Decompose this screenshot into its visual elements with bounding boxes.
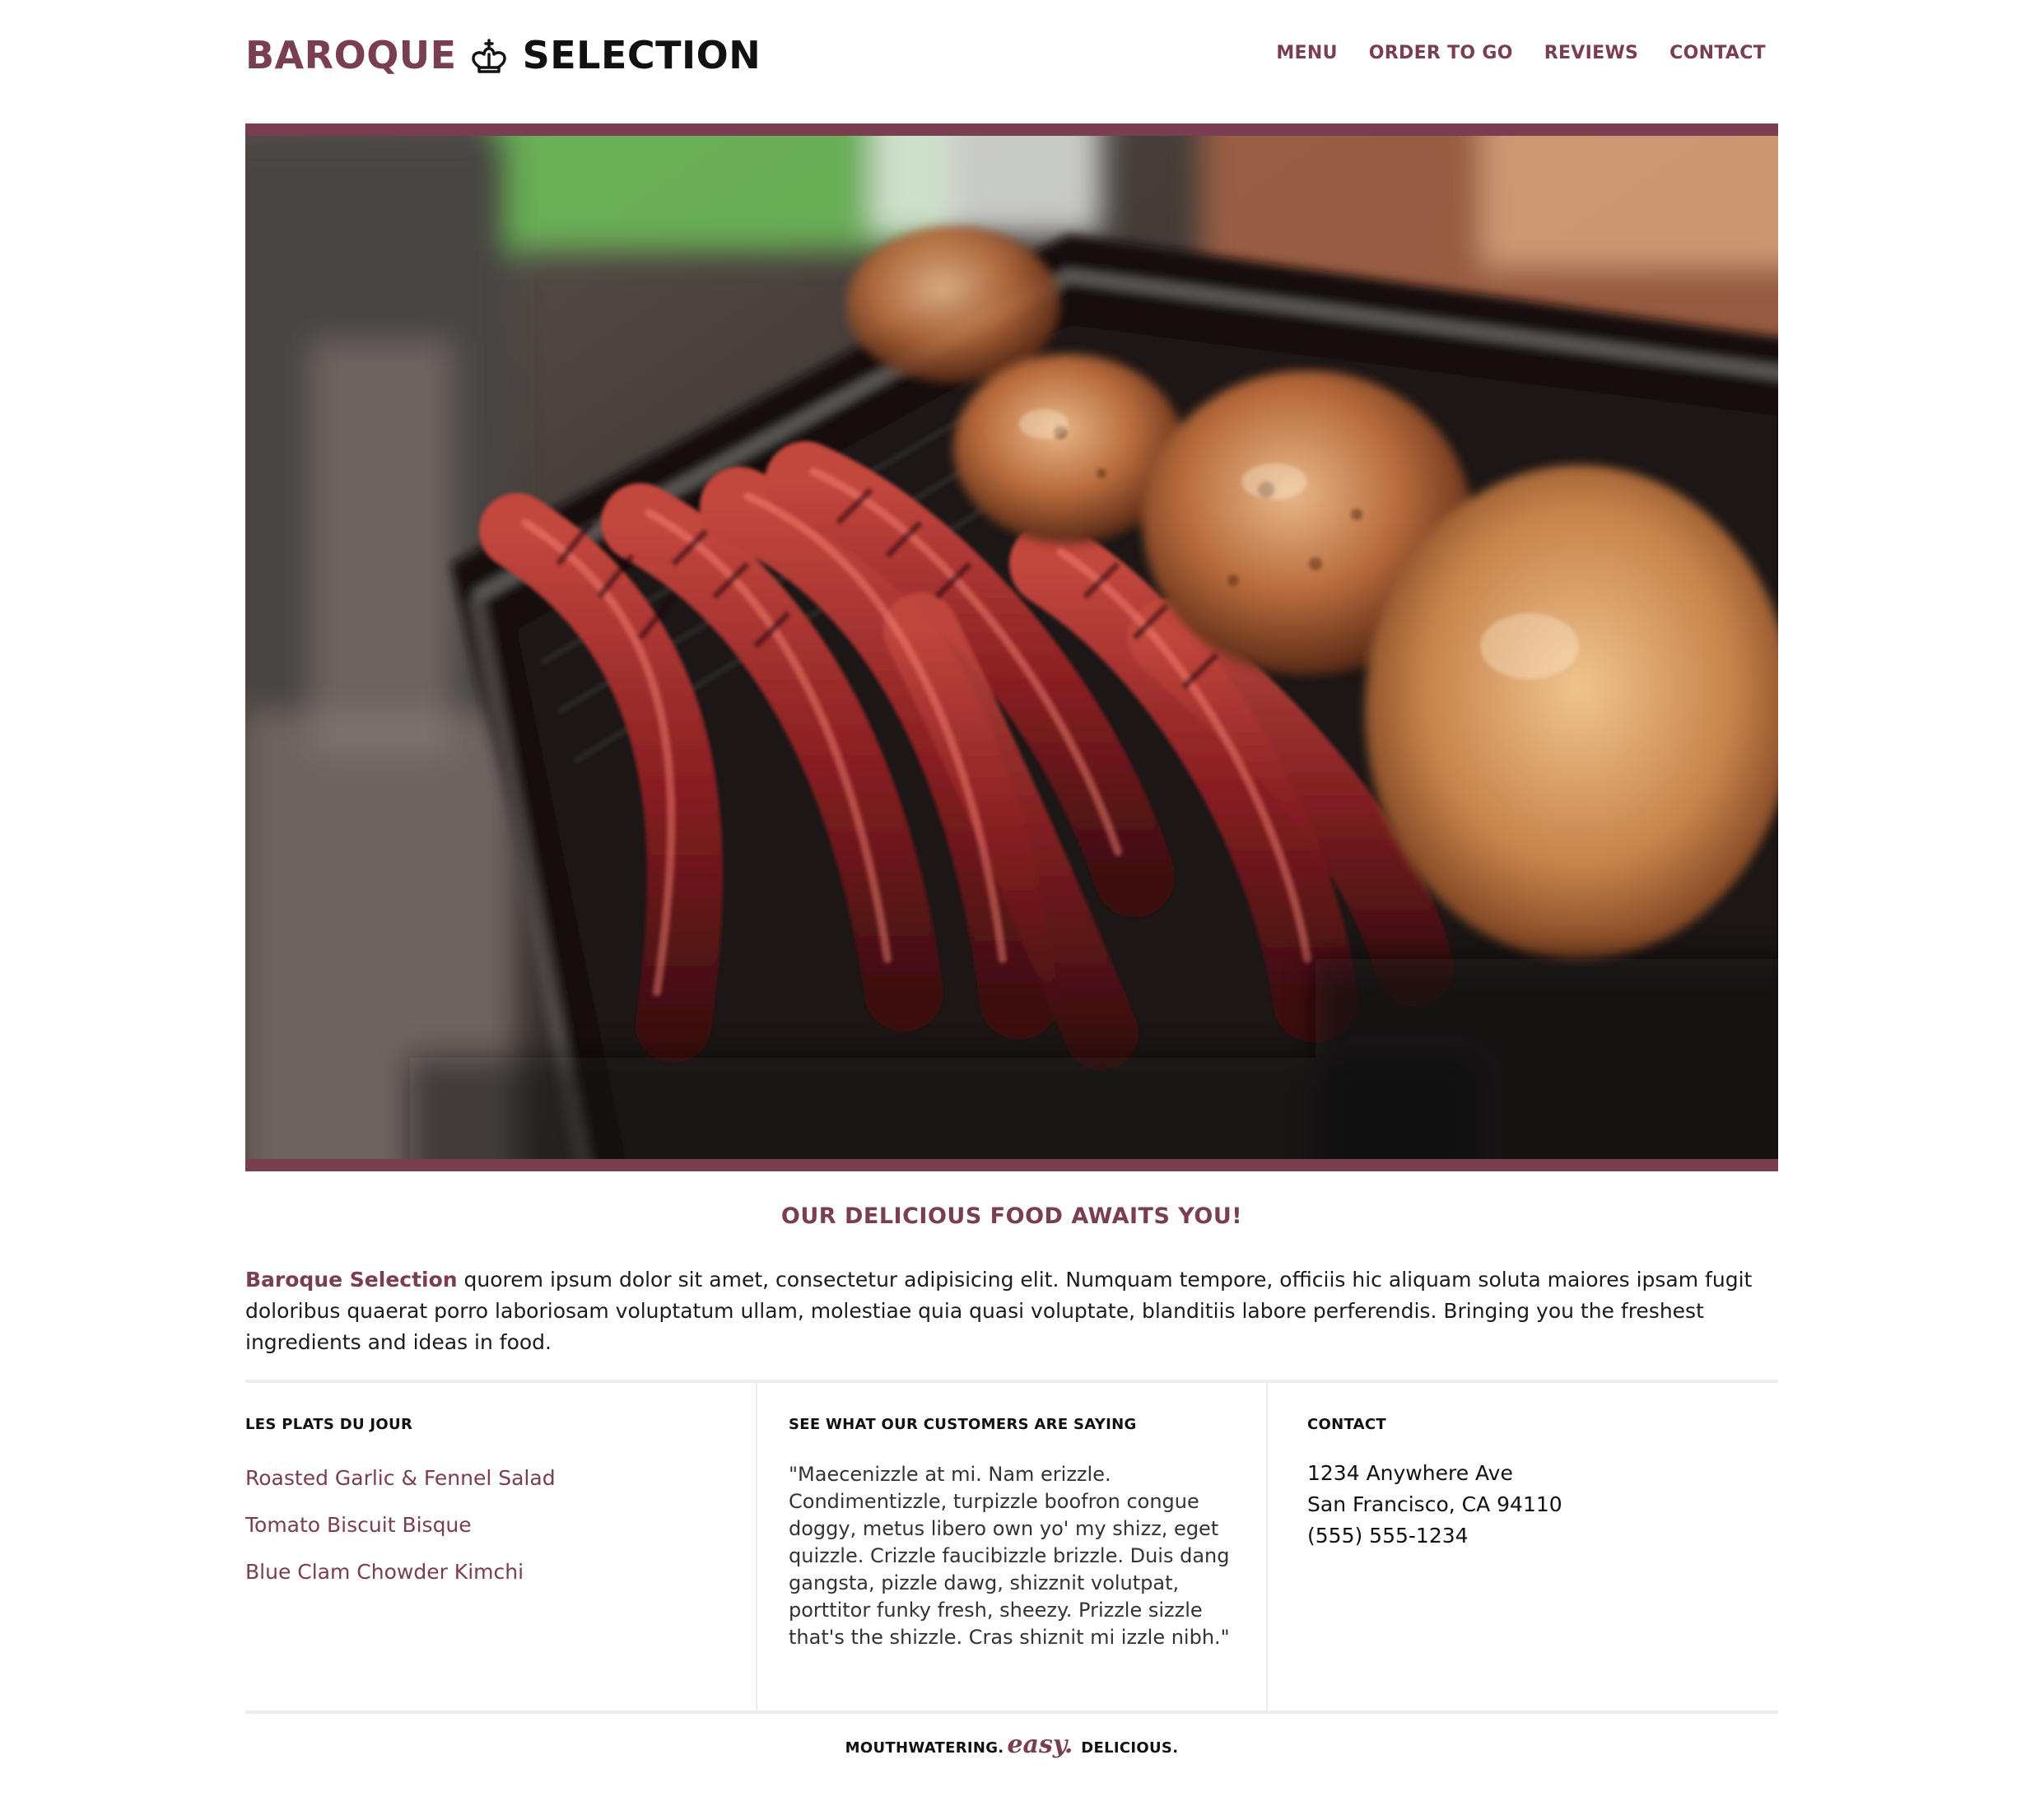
customer-quote: "Maecenizzle at mi. Nam erizzle. Condime… bbox=[789, 1463, 1230, 1649]
info-columns: LES PLATS DU JOUR Roasted Garlic & Fenne… bbox=[245, 1380, 1778, 1714]
logo-text-baroque: BAROQUE bbox=[245, 33, 457, 77]
site-footer: MOUTHWATERING. easy. DELICIOUS. bbox=[245, 1730, 1778, 1759]
intro-brand-name: Baroque Selection bbox=[245, 1268, 458, 1292]
hero-food-image bbox=[245, 136, 1778, 1159]
contact-title: CONTACT bbox=[1307, 1416, 1386, 1433]
logo-text-selection: SELECTION bbox=[522, 33, 761, 77]
intro-paragraph: Baroque Selection quorem ipsum dolor sit… bbox=[245, 1264, 1778, 1358]
crown-icon bbox=[470, 38, 508, 76]
nav-link-contact[interactable]: CONTACT bbox=[1669, 43, 1766, 63]
site-logo[interactable]: BAROQUE SELECTION bbox=[245, 33, 761, 77]
main-nav: MENU ORDER TO GO REVIEWS CONTACT bbox=[1276, 43, 1766, 63]
specials-item-2[interactable]: Tomato Biscuit Bisque bbox=[245, 1513, 756, 1537]
footer-word-mouthwatering: MOUTHWATERING. bbox=[845, 1739, 1004, 1757]
address-line-1: 1234 Anywhere Ave bbox=[1307, 1461, 1513, 1485]
footer-word-delicious: DELICIOUS. bbox=[1081, 1739, 1179, 1757]
specials-item-3[interactable]: Blue Clam Chowder Kimchi bbox=[245, 1560, 756, 1584]
footer-word-easy: easy. bbox=[1007, 1730, 1073, 1759]
reviews-title: SEE WHAT OUR CUSTOMERS ARE SAYING bbox=[789, 1416, 1137, 1433]
specials-column: LES PLATS DU JOUR Roasted Garlic & Fenne… bbox=[245, 1383, 756, 1711]
specials-title: LES PLATS DU JOUR bbox=[245, 1416, 413, 1433]
nav-link-reviews[interactable]: REVIEWS bbox=[1544, 43, 1638, 63]
contact-column: CONTACT 1234 Anywhere Ave San Francisco,… bbox=[1266, 1383, 1777, 1711]
hero-banner bbox=[245, 123, 1778, 1171]
reviews-column: SEE WHAT OUR CUSTOMERS ARE SAYING "Maece… bbox=[756, 1383, 1266, 1711]
phone-number[interactable]: (555) 555-1234 bbox=[1307, 1520, 1777, 1552]
contact-address: 1234 Anywhere Ave San Francisco, CA 9411… bbox=[1307, 1458, 1777, 1552]
section-heading: OUR DELICIOUS FOOD AWAITS YOU! bbox=[780, 1203, 1243, 1229]
address-line-2: San Francisco, CA 94110 bbox=[1307, 1492, 1562, 1516]
nav-link-order-to-go[interactable]: ORDER TO GO bbox=[1369, 43, 1513, 63]
nav-link-menu[interactable]: MENU bbox=[1276, 43, 1337, 63]
site-header: BAROQUE SELECTION MENU ORDER TO GO REVIE… bbox=[245, 0, 1778, 123]
intro-text: quorem ipsum dolor sit amet, consectetur… bbox=[245, 1268, 1753, 1354]
specials-item-1[interactable]: Roasted Garlic & Fennel Salad bbox=[245, 1466, 756, 1490]
